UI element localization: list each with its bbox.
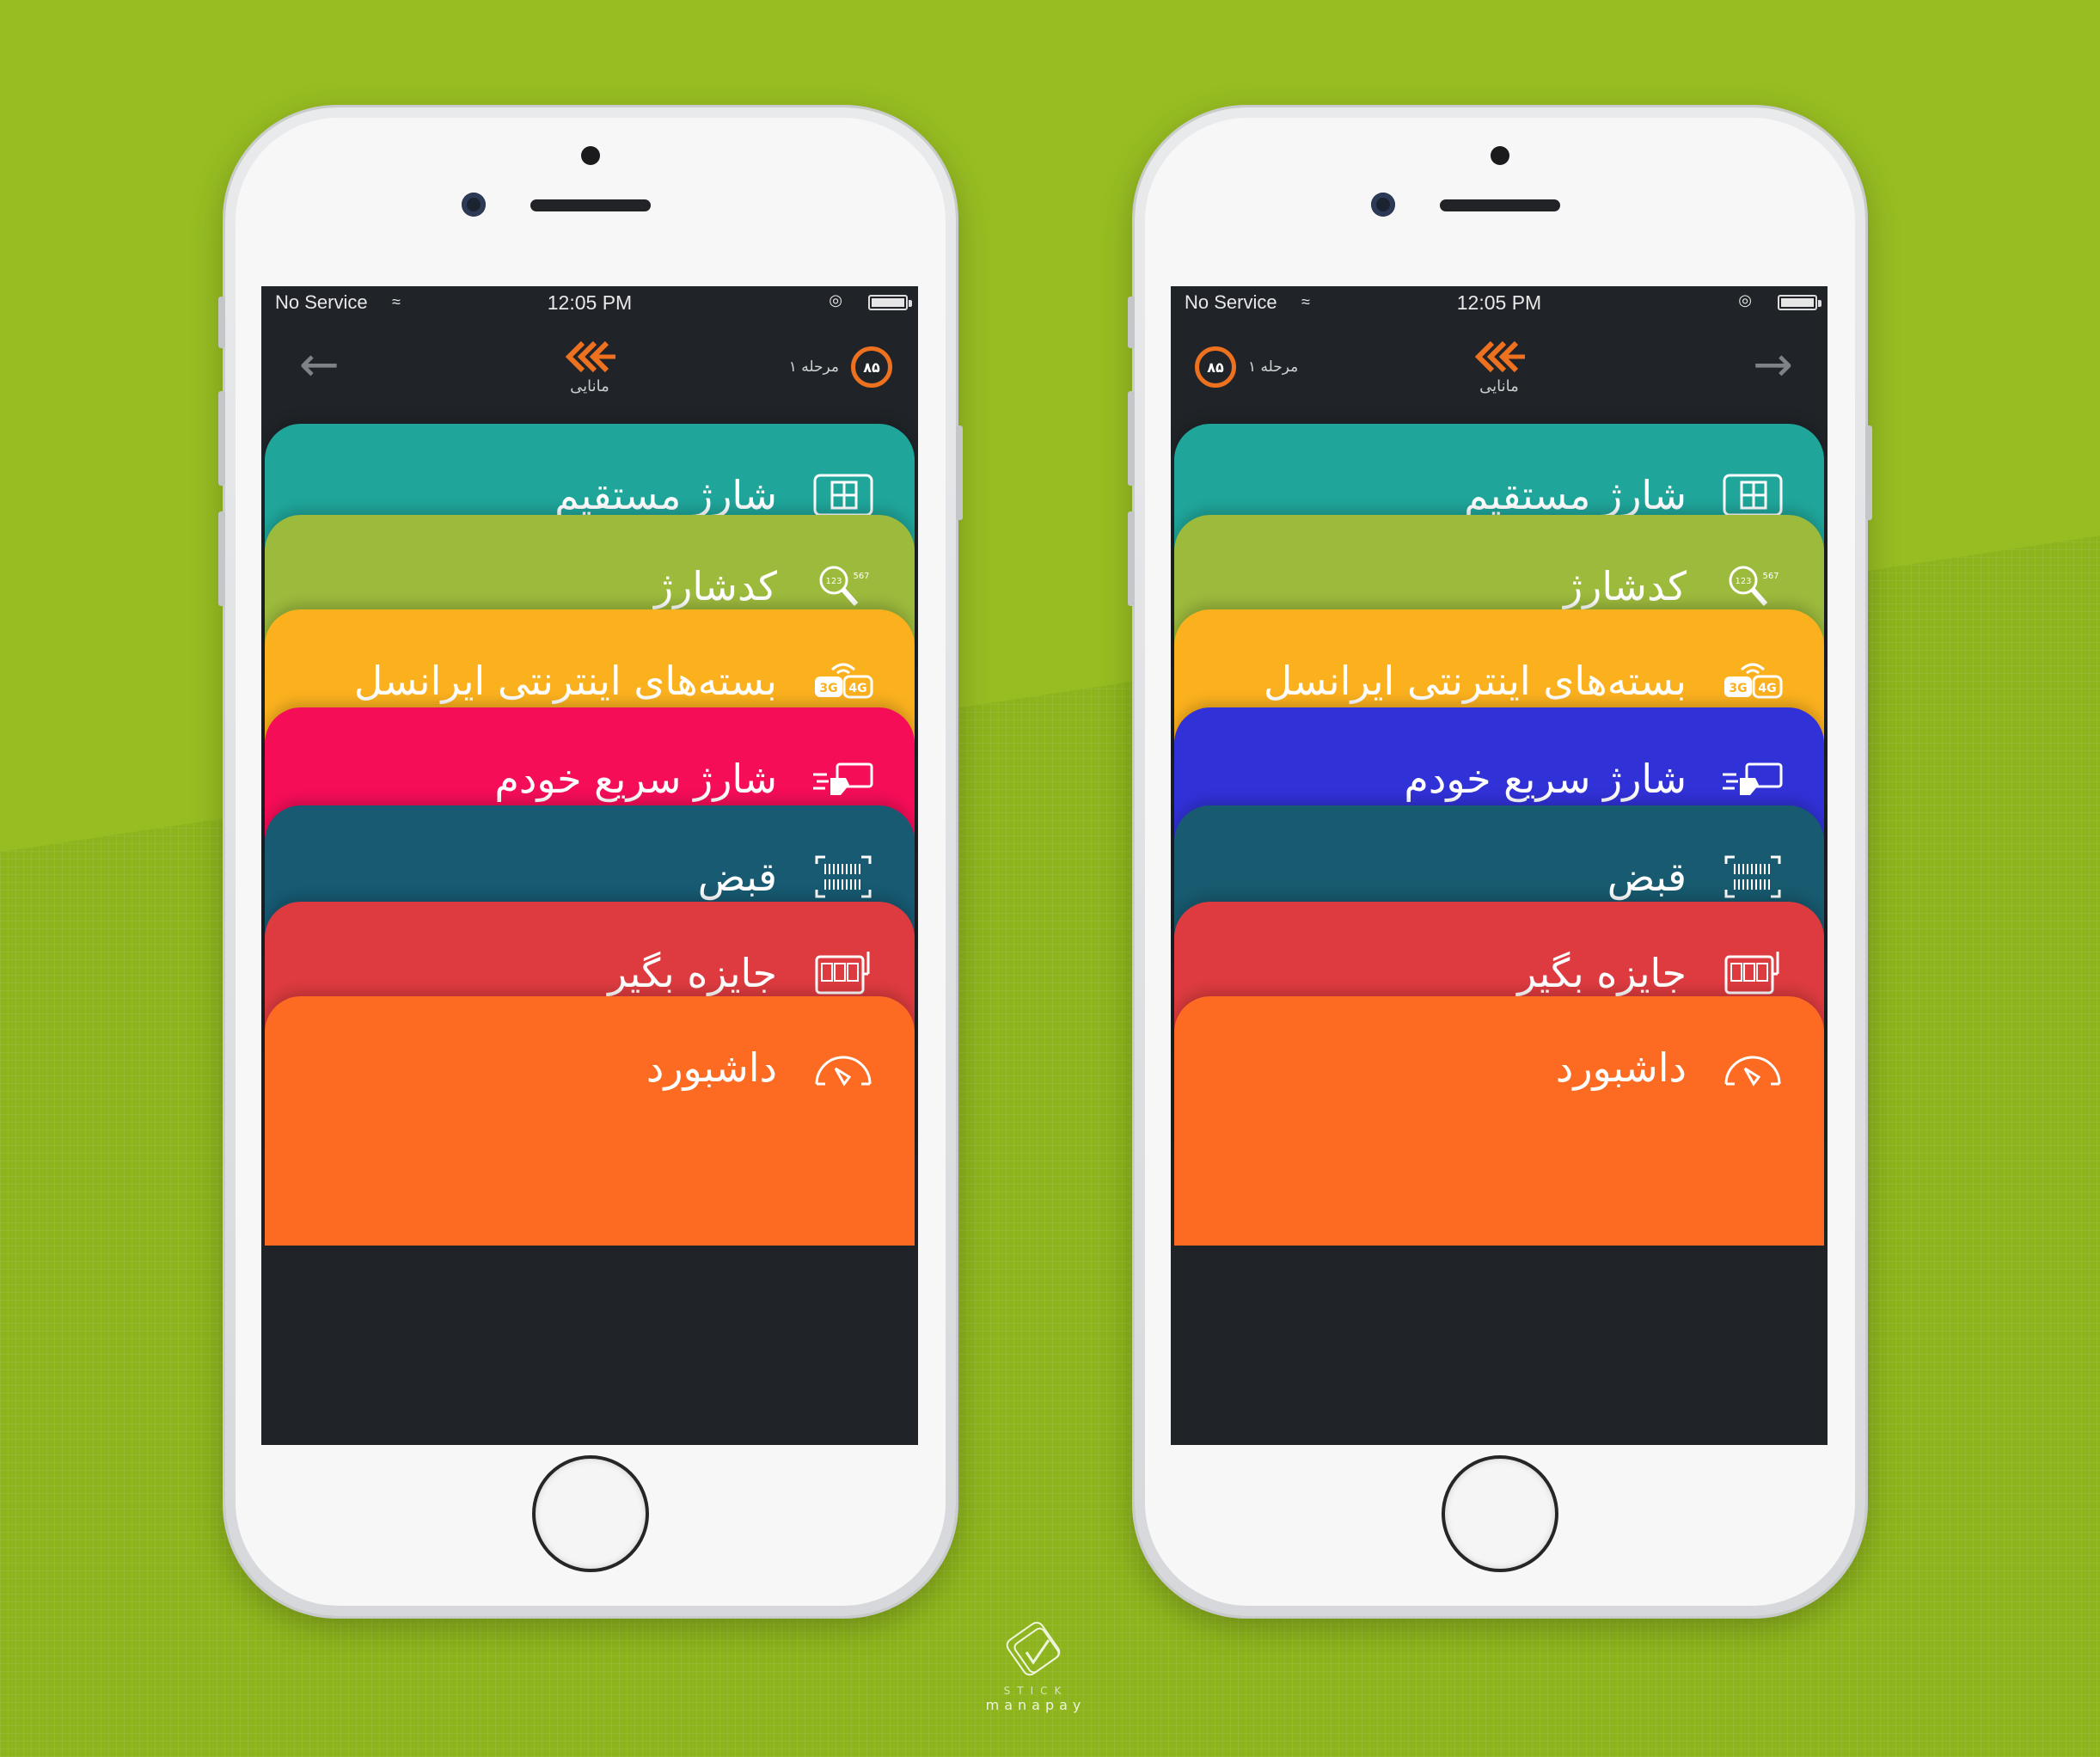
status-time: 12:05 PM: [1456, 291, 1542, 314]
earpiece-speaker: [530, 199, 651, 211]
card-dashboard[interactable]: داشبورد: [1174, 996, 1824, 1246]
card-label: قبض: [1607, 854, 1687, 900]
mute-switch: [218, 297, 225, 348]
slot-machine-icon: [815, 952, 870, 995]
svg-text:123: 123: [1735, 577, 1751, 586]
screen: No Service ≈ 12:05 PM ◎ ← مانایی ۸۵ مرحل…: [261, 286, 918, 1445]
gauge-icon: [1724, 1056, 1781, 1087]
card-label: داشبورد: [646, 1044, 777, 1091]
power-button: [1865, 425, 1872, 520]
arrow-right-icon[interactable]: →: [1753, 341, 1793, 389]
sim-card-icon: [813, 474, 873, 517]
card-label: جایزه بگیر: [1517, 950, 1687, 996]
svg-text:4G: 4G: [848, 682, 866, 695]
barcode-icon: [1724, 855, 1781, 898]
status-time: 12:05 PM: [547, 291, 633, 314]
watermark-sub: STICK: [1003, 1685, 1068, 1697]
card-label: بسته‌های اینترنتی ایرانسل: [1263, 658, 1687, 704]
3g-4g-icon: 3G 4G: [1724, 663, 1783, 699]
card-dashboard[interactable]: داشبورد: [265, 996, 915, 1246]
volume-down-button: [218, 511, 225, 606]
level-label: مرحله ۱: [1248, 358, 1299, 376]
app-logo[interactable]: مانایی: [562, 340, 617, 395]
svg-text:3G: 3G: [819, 682, 837, 695]
logo-chevrons-icon: [1474, 340, 1525, 373]
level-progress-ring: ۸۵: [1195, 346, 1236, 388]
card-label: شارژ مستقیم: [554, 472, 777, 518]
screen: No Service ≈ 12:05 PM ◎ ۸۵ مرحله ۱ مانای…: [1171, 286, 1828, 1445]
sim-card-icon: [1723, 474, 1783, 517]
phone-left: No Service ≈ 12:05 PM ◎ ← مانایی ۸۵ مرحل…: [218, 107, 963, 1616]
fast-card-icon: [1723, 762, 1783, 795]
watermark: STICK manapay: [980, 1616, 1092, 1713]
app-logo[interactable]: مانایی: [1472, 340, 1527, 395]
rotation-lock-icon: ◎: [1738, 291, 1752, 309]
fast-card-icon: [813, 762, 873, 795]
mute-switch: [1128, 297, 1135, 348]
level-progress-ring: ۸۵: [851, 346, 892, 388]
gauge-icon: [815, 1056, 872, 1087]
card-label: کدشارژ: [653, 563, 777, 609]
arrow-left-icon[interactable]: ←: [299, 341, 340, 389]
battery-tip: [1818, 300, 1821, 307]
battery-icon: [1778, 295, 1817, 310]
card-label: داشبورد: [1555, 1044, 1687, 1091]
volume-up-button: [218, 391, 225, 486]
logo-chevrons-icon: [565, 340, 615, 373]
card-label: کدشارژ: [1563, 563, 1687, 609]
level-indicator[interactable]: ۸۵ مرحله ۱: [1195, 346, 1298, 388]
volume-down-button: [1128, 511, 1135, 606]
svg-text:567: 567: [853, 572, 869, 581]
svg-text:3G: 3G: [1729, 682, 1747, 695]
barcode-icon: [815, 855, 872, 898]
card-label: شارژ سریع خودم: [494, 756, 777, 802]
earpiece-speaker: [1440, 199, 1560, 211]
card-label: جایزه بگیر: [608, 950, 777, 996]
proximity-sensor: [1491, 146, 1509, 165]
app-header: ۸۵ مرحله ۱ مانایی →: [1171, 321, 1828, 424]
status-bar: No Service ≈ 12:05 PM ◎: [261, 286, 918, 321]
3g-4g-icon: 3G 4G: [815, 663, 873, 699]
watermark-logo-icon: [1006, 1621, 1061, 1676]
svg-text:4G: 4G: [1758, 682, 1776, 695]
charge-code-search-icon: 123 567: [819, 566, 870, 606]
charge-code-search-icon: 123 567: [1729, 566, 1779, 606]
status-bar: No Service ≈ 12:05 PM ◎: [1171, 286, 1828, 321]
card-label: قبض: [697, 854, 777, 900]
app-header: ← مانایی ۸۵ مرحله ۱: [261, 321, 918, 424]
battery-icon: [868, 295, 908, 310]
slot-machine-icon: [1724, 952, 1779, 995]
watermark-name: manapay: [985, 1697, 1087, 1713]
power-button: [956, 425, 963, 520]
home-button[interactable]: [532, 1455, 649, 1572]
level-indicator[interactable]: ۸۵ مرحله ۱: [789, 346, 892, 388]
volume-up-button: [1128, 391, 1135, 486]
card-label: شارژ مستقیم: [1464, 472, 1687, 518]
phone-right: No Service ≈ 12:05 PM ◎ ۸۵ مرحله ۱ مانای…: [1128, 107, 1872, 1616]
card-label: بسته‌های اینترنتی ایرانسل: [353, 658, 777, 704]
proximity-sensor: [581, 146, 600, 165]
front-camera: [1371, 193, 1395, 217]
rotation-lock-icon: ◎: [829, 291, 842, 309]
svg-text:123: 123: [825, 577, 842, 586]
logo-text: مانایی: [570, 377, 609, 395]
front-camera: [462, 193, 486, 217]
logo-text: مانایی: [1479, 377, 1519, 395]
card-label: شارژ سریع خودم: [1404, 756, 1687, 802]
home-button[interactable]: [1442, 1455, 1558, 1572]
svg-text:567: 567: [1762, 572, 1779, 581]
level-label: مرحله ۱: [788, 358, 839, 376]
battery-tip: [909, 300, 912, 307]
